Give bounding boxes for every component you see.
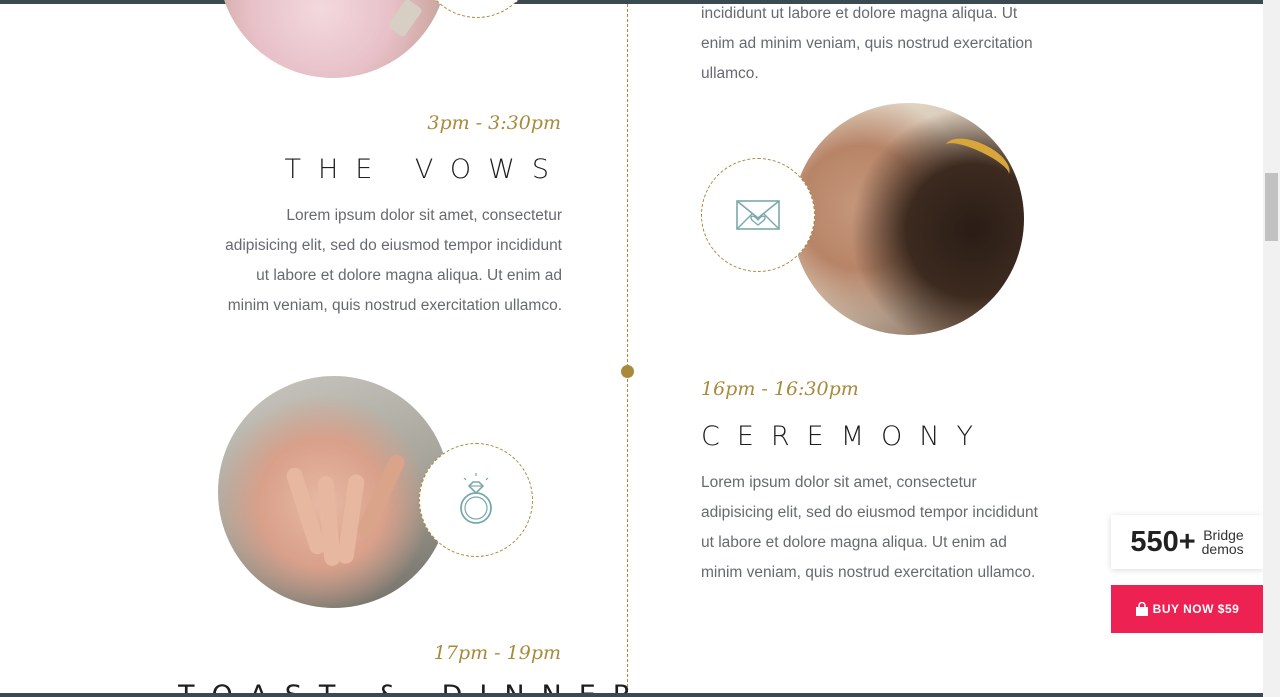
event-time-toast: 17pm - 19pm xyxy=(433,642,561,664)
event-description-vows: Lorem ipsum dolor sit amet, consectetur … xyxy=(225,207,562,314)
event-time-vows: 3pm - 3:30pm xyxy=(427,112,561,134)
demos-label: Bridge demos xyxy=(1202,528,1244,556)
event-title-toast: TOAST & DINNER xyxy=(178,682,649,693)
watch-detail xyxy=(387,0,423,38)
demos-promo[interactable]: 550+ Bridge demos xyxy=(1111,515,1263,569)
photo-couple xyxy=(792,103,1024,335)
photo-hands-rings xyxy=(218,376,450,608)
photo-bride-dress xyxy=(218,0,448,78)
ring-icon xyxy=(460,473,492,524)
event-title-vows: THE VOWS xyxy=(284,154,566,185)
envelope-heart-icon xyxy=(736,200,780,230)
bottom-strip xyxy=(0,693,1263,697)
finger xyxy=(354,451,408,541)
buy-now-button[interactable]: BUY NOW $59 xyxy=(1111,585,1263,633)
demos-label-line-2: demos xyxy=(1201,541,1244,557)
envelope-icon-circle xyxy=(701,158,815,272)
top-bar xyxy=(0,0,1280,4)
timeline-dot xyxy=(621,365,634,378)
event-description-previous: incididunt ut labore et dolore magna ali… xyxy=(701,5,1033,82)
event-title-ceremony: CEREMONY xyxy=(701,421,990,452)
event-description-ceremony: Lorem ipsum dolor sit amet, consectetur … xyxy=(701,474,1038,581)
scrollbar-thumb[interactable] xyxy=(1265,173,1278,241)
demos-count: 550+ xyxy=(1130,525,1196,558)
scrollbar[interactable] xyxy=(1263,0,1280,697)
buy-now-label: BUY NOW $59 xyxy=(1152,602,1240,616)
ring-icon-circle xyxy=(419,443,533,557)
hair-wreath xyxy=(938,129,1016,191)
event-time-ceremony: 16pm - 16:30pm xyxy=(701,378,859,400)
timeline-line xyxy=(627,4,628,697)
shopping-bag-icon xyxy=(1135,601,1148,616)
